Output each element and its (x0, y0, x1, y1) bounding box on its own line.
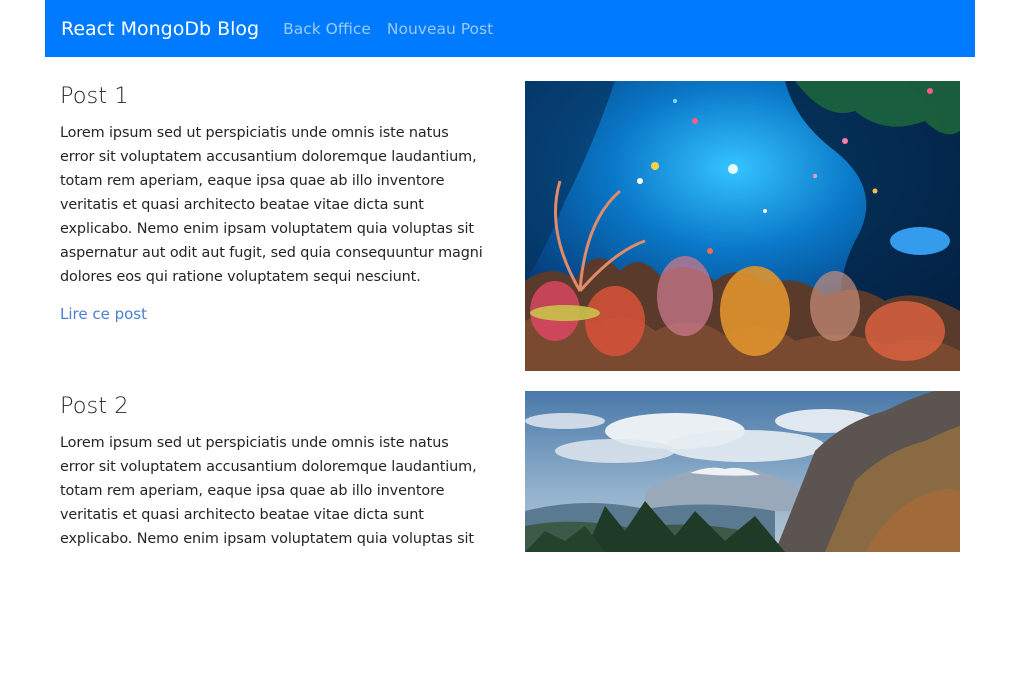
post-body-line: Lorem ipsum sed ut perspiciatis unde omn… (60, 125, 449, 141)
nav-link-back-office[interactable]: Back Office (283, 20, 371, 38)
post-body-line: error sit voluptatem accusantium dolorem… (60, 459, 477, 475)
post-card: Post 2 Lorem ipsum sed ut perspiciatis u… (60, 391, 960, 681)
post-text: Post 2 Lorem ipsum sed ut perspiciatis u… (60, 391, 500, 551)
post-card: Post 1 Lorem ipsum sed ut perspiciatis u… (60, 81, 960, 371)
post-body-line: explicabo. Nemo enim ipsam voluptatem qu… (60, 221, 474, 237)
post-body-line: totam rem aperiam, eaque ipsa quae ab il… (60, 483, 445, 499)
post-body-line: error sit voluptatem accusantium dolorem… (60, 149, 477, 165)
post-body-line: veritatis et quasi architecto beatae vit… (60, 197, 424, 213)
nav-link-nouveau-post[interactable]: Nouveau Post (387, 20, 493, 38)
post-body-line: explicabo. Nemo enim ipsam voluptatem qu… (60, 531, 474, 547)
read-post-link[interactable]: Lire ce post (60, 305, 147, 323)
brand-link[interactable]: React MongoDb Blog (61, 18, 259, 40)
coral-reef-image (525, 81, 960, 371)
post-body: Lorem ipsum sed ut perspiciatis unde omn… (60, 121, 500, 289)
post-body-line: totam rem aperiam, eaque ipsa quae ab il… (60, 173, 445, 189)
post-body-line: Lorem ipsum sed ut perspiciatis unde omn… (60, 435, 449, 451)
post-body: Lorem ipsum sed ut perspiciatis unde omn… (60, 431, 500, 551)
navbar: React MongoDb Blog Back Office Nouveau P… (45, 0, 975, 57)
post-title: Post 2 (60, 393, 129, 419)
post-body-line: aspernatur aut odit aut fugit, sed quia … (60, 245, 483, 261)
mountain-landscape-image (525, 391, 960, 552)
post-body-line: dolores eos qui ratione voluptatem sequi… (60, 269, 421, 285)
post-title: Post 1 (60, 83, 129, 109)
post-text: Post 1 Lorem ipsum sed ut perspiciatis u… (60, 81, 500, 323)
post-body-line: veritatis et quasi architecto beatae vit… (60, 507, 424, 523)
